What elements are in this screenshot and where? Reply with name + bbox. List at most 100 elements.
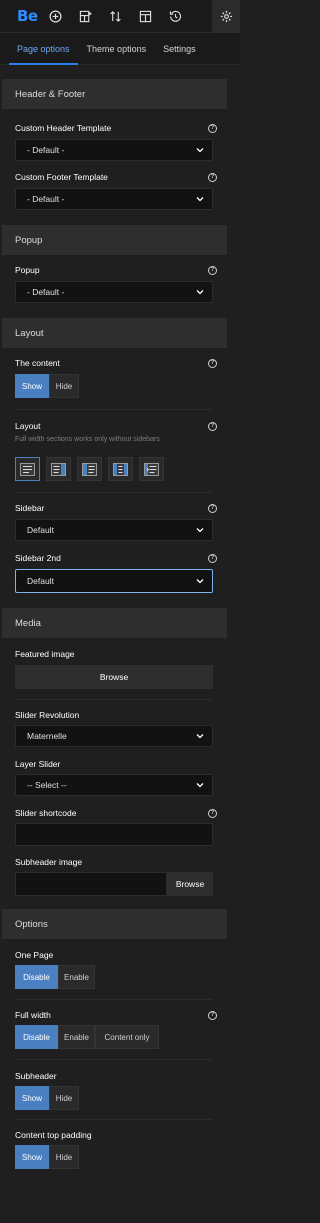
divider (15, 999, 212, 1000)
layout-picker (15, 457, 212, 481)
help-icon[interactable]: ? (208, 172, 217, 182)
layout-label: Layout (15, 421, 41, 431)
popup-value: - Default - (27, 287, 65, 297)
content-hide-button[interactable]: Hide (49, 374, 79, 398)
sidebar2-field: Sidebar 2nd? Default (15, 553, 217, 593)
content-top-padding-toggle: Show Hide (15, 1145, 212, 1169)
custom-footer-value: - Default - (27, 194, 65, 204)
help-icon[interactable]: ? (208, 421, 217, 431)
content-top-padding-show-button[interactable]: Show (15, 1145, 49, 1169)
plus-circle-icon[interactable] (40, 0, 70, 33)
history-icon[interactable] (160, 0, 190, 33)
divider (15, 1059, 212, 1060)
slider-shortcode-field: Slider shortcode? (15, 808, 217, 846)
full-width-toggle: Disable Enable Content only (15, 1025, 212, 1049)
sidebar-label: Sidebar (15, 503, 45, 513)
subheader-image-row: Browse (15, 872, 213, 896)
slider-revolution-field: Slider Revolution Maternelle (15, 710, 213, 747)
one-page-label: One Page (15, 950, 54, 960)
subheader-image-field: Subheader image Browse (15, 857, 213, 896)
layer-slider-select[interactable]: -- Select -- (15, 774, 213, 796)
help-icon[interactable]: ? (208, 1010, 217, 1020)
full-width-label: Full width (15, 1010, 51, 1020)
layout-full-width-icon[interactable] (15, 457, 40, 481)
content-toggle: Show Hide (15, 374, 212, 398)
custom-header-label: Custom Header Template (15, 123, 112, 133)
add-section-icon[interactable] (70, 0, 100, 33)
layout-offcanvas-sidebar-icon[interactable] (139, 457, 164, 481)
tab-page-options[interactable]: Page options (9, 33, 78, 65)
section-media: Media (2, 608, 227, 638)
subheader-image-input[interactable] (15, 872, 167, 896)
subheader-show-button[interactable]: Show (15, 1086, 49, 1110)
content-top-padding-field: Content top padding Show Hide (15, 1130, 212, 1169)
slider-revolution-label: Slider Revolution (15, 710, 80, 720)
full-width-enable-button[interactable]: Enable (58, 1025, 95, 1049)
content-show-button[interactable]: Show (15, 374, 49, 398)
slider-shortcode-input[interactable] (15, 823, 213, 846)
slider-shortcode-label: Slider shortcode (15, 808, 77, 818)
template-icon[interactable] (130, 0, 160, 33)
popup-label: Popup (15, 265, 40, 275)
custom-header-field: Custom Header Template? - Default - (15, 123, 217, 161)
featured-image-label: Featured image (15, 649, 75, 659)
one-page-toggle: Disable Enable (15, 965, 212, 989)
full-width-disable-button[interactable]: Disable (15, 1025, 58, 1049)
custom-footer-label: Custom Footer Template (15, 172, 108, 182)
section-options: Options (2, 909, 227, 939)
help-icon[interactable]: ? (208, 808, 217, 818)
content-top-padding-hide-button[interactable]: Hide (49, 1145, 79, 1169)
divider (15, 1119, 212, 1120)
custom-footer-select[interactable]: - Default - (15, 188, 213, 210)
one-page-disable-button[interactable]: Disable (15, 965, 58, 989)
chevron-down-icon (196, 579, 204, 584)
featured-image-field: Featured image Browse (15, 649, 213, 689)
chevron-down-icon (196, 528, 204, 533)
layer-slider-label: Layer Slider (15, 759, 61, 769)
custom-header-select[interactable]: - Default - (15, 139, 213, 161)
help-icon[interactable]: ? (208, 358, 217, 368)
layout-left-sidebar-icon[interactable] (77, 457, 102, 481)
sidebar-field: Sidebar? Default (15, 503, 217, 541)
layout-both-sidebars-icon[interactable] (108, 457, 133, 481)
chevron-down-icon (196, 148, 204, 153)
help-icon[interactable]: ? (208, 123, 217, 133)
divider (15, 699, 212, 700)
section-layout: Layout (2, 318, 227, 348)
section-popup: Popup (2, 225, 227, 255)
sidebar2-select[interactable]: Default (15, 569, 213, 593)
custom-footer-field: Custom Footer Template? - Default - (15, 172, 217, 210)
layout-hint: Full width sections works only without s… (15, 436, 160, 443)
content-top-padding-label: Content top padding (15, 1130, 92, 1140)
chevron-down-icon (196, 290, 204, 295)
featured-image-browse-button[interactable]: Browse (15, 665, 213, 689)
one-page-field: One Page Disable Enable (15, 950, 212, 989)
tab-settings[interactable]: Settings (163, 33, 196, 65)
subheader-image-browse-button[interactable]: Browse (167, 872, 213, 896)
popup-field: Popup? - Default - (15, 265, 217, 303)
sidebar-value: Default (27, 525, 54, 535)
popup-select[interactable]: - Default - (15, 281, 213, 303)
top-toolbar: Be (0, 0, 240, 33)
content-field: The content? Show Hide (15, 358, 217, 398)
slider-revolution-select[interactable]: Maternelle (15, 725, 213, 747)
sidebar2-label: Sidebar 2nd (15, 553, 61, 563)
builder-logo: Be (17, 7, 38, 25)
tab-theme-options[interactable]: Theme options (87, 33, 147, 65)
slider-revolution-value: Maternelle (27, 731, 67, 741)
one-page-enable-button[interactable]: Enable (58, 965, 95, 989)
chevron-down-icon (196, 783, 204, 788)
help-icon[interactable]: ? (208, 553, 217, 563)
sort-icon[interactable] (100, 0, 130, 33)
layout-right-sidebar-icon[interactable] (46, 457, 71, 481)
layout-field: Layout? Full width sections works only w… (15, 421, 217, 481)
subheader-label: Subheader (15, 1071, 57, 1081)
sidebar-select[interactable]: Default (15, 519, 213, 541)
full-width-content-only-button[interactable]: Content only (95, 1025, 159, 1049)
subheader-hide-button[interactable]: Hide (49, 1086, 79, 1110)
custom-header-value: - Default - (27, 145, 65, 155)
help-icon[interactable]: ? (208, 265, 217, 275)
help-icon[interactable]: ? (208, 503, 217, 513)
content-label: The content (15, 358, 60, 368)
gear-icon[interactable] (212, 0, 240, 33)
